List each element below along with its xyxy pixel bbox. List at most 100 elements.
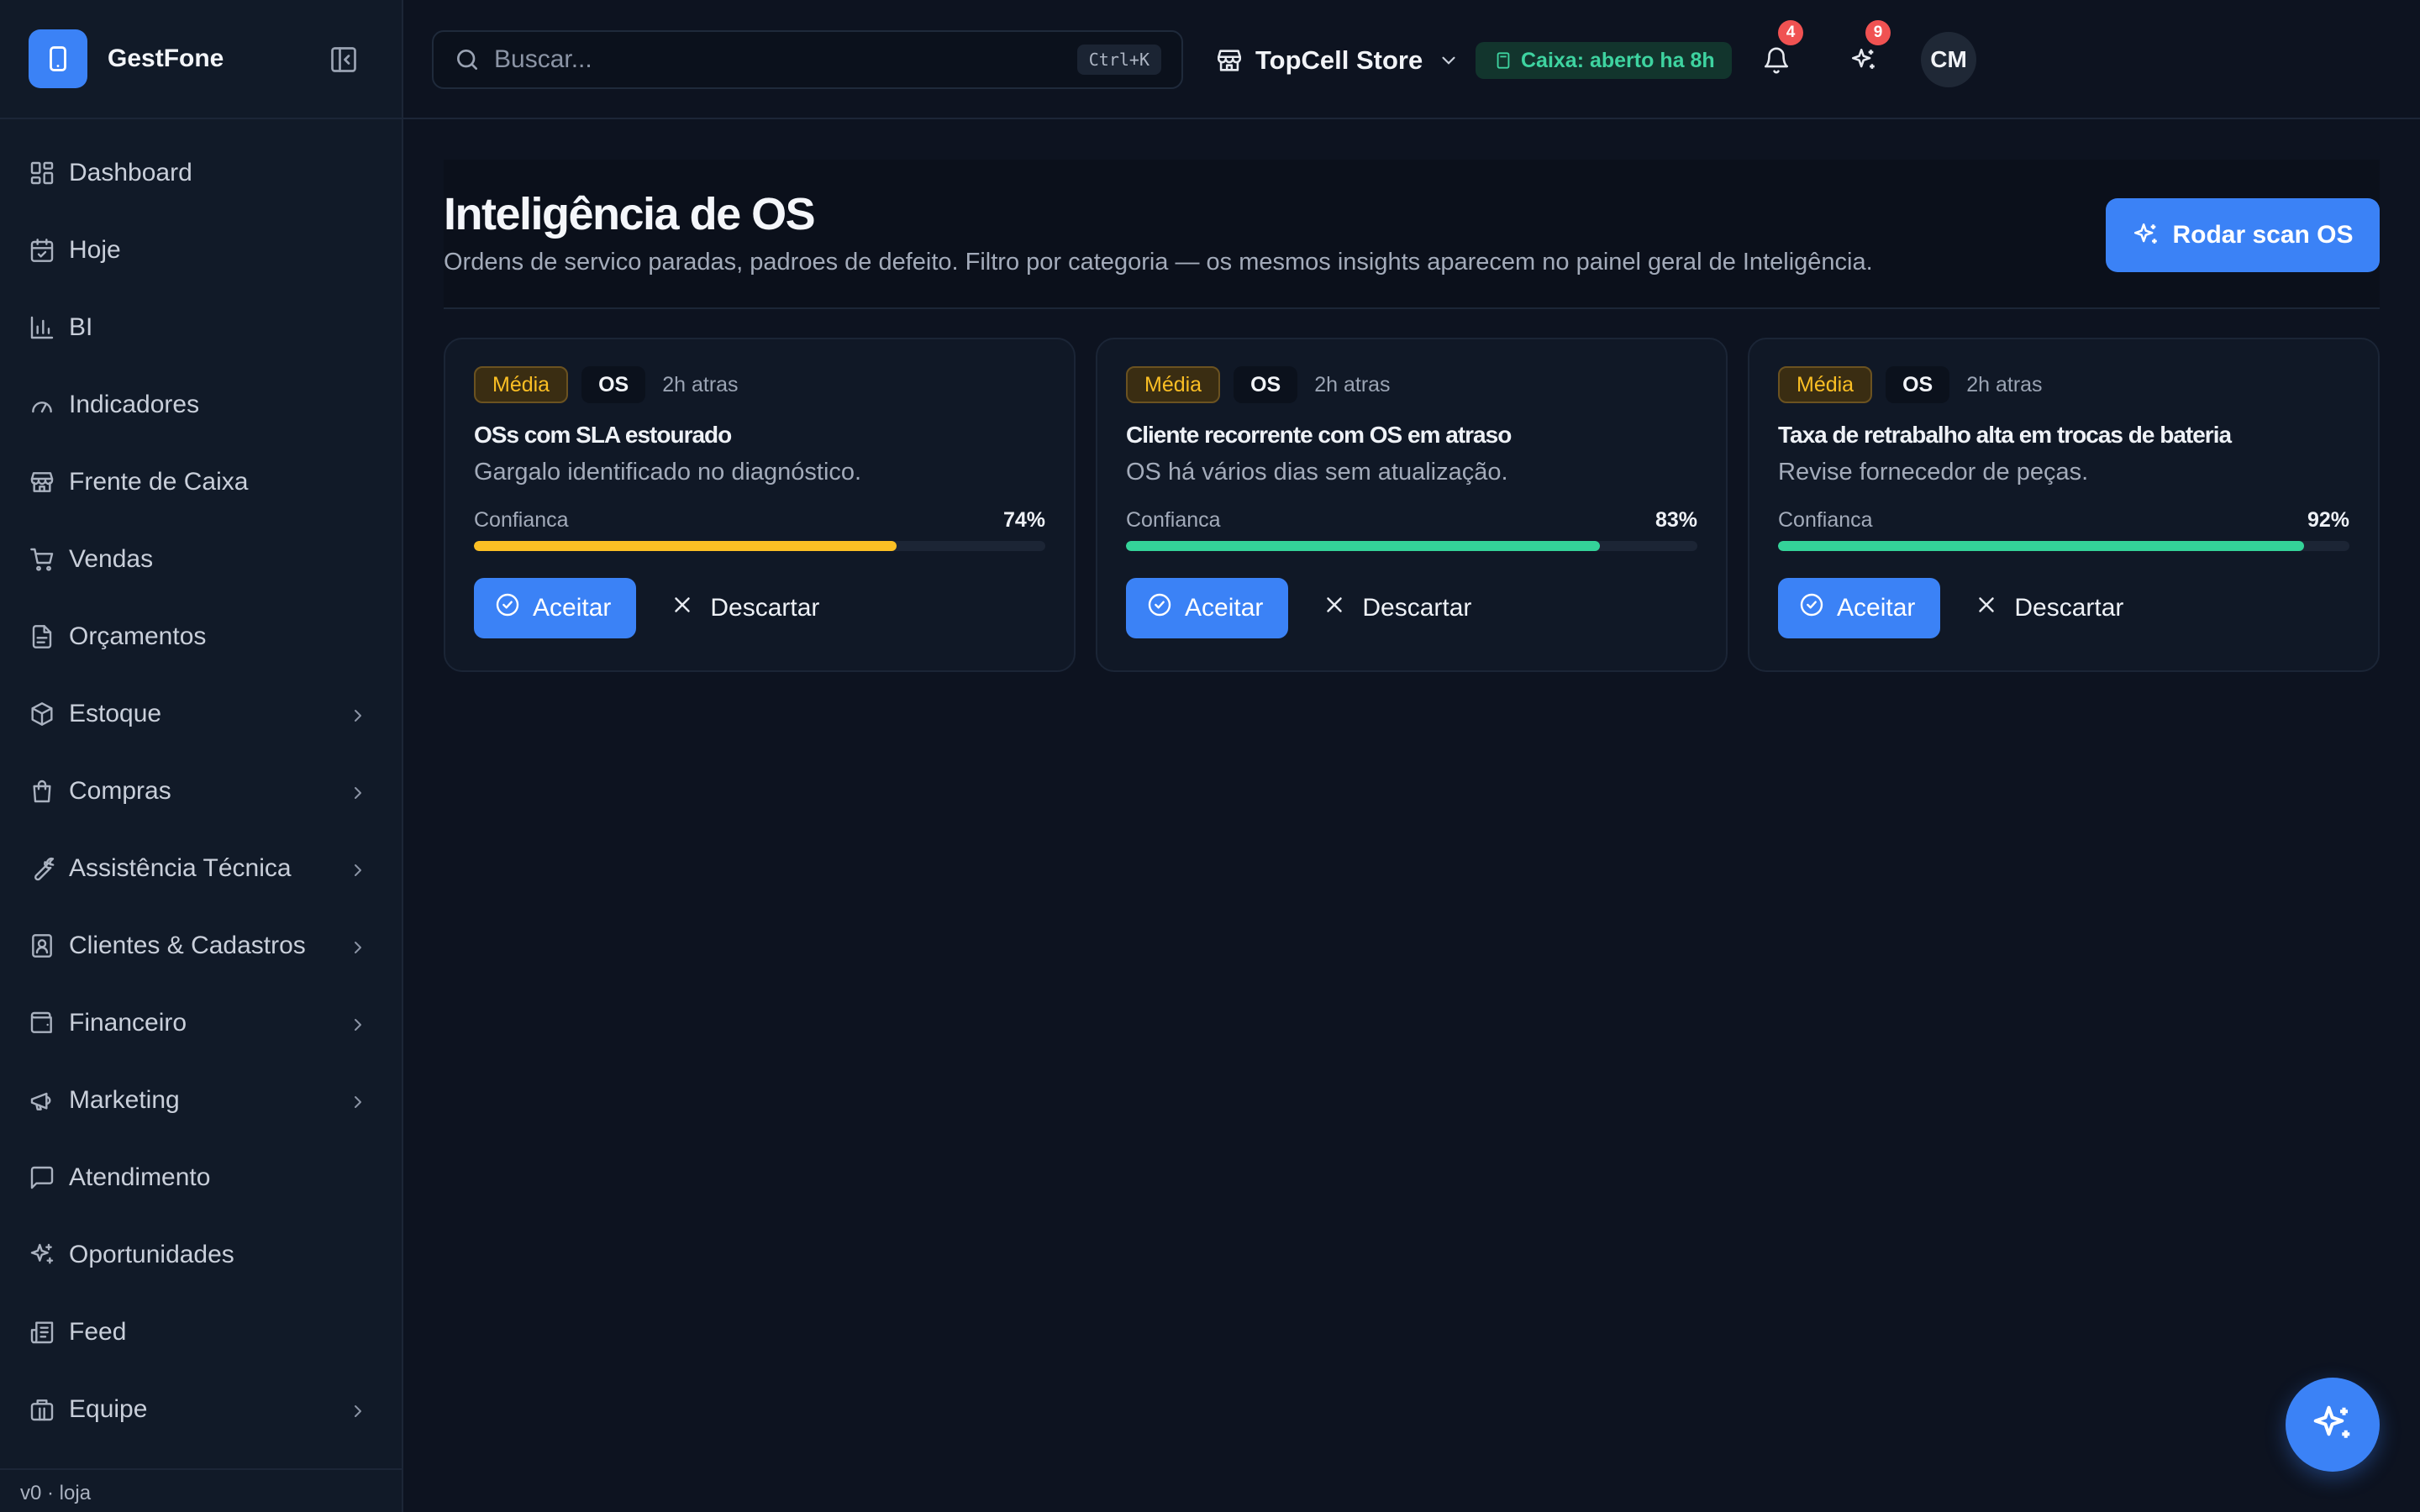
- card-title: OSs com SLA estourado: [474, 422, 732, 448]
- accept-button[interactable]: Aceitar: [1778, 578, 1941, 638]
- page-title: Inteligência de OS: [444, 189, 816, 239]
- confidence-row: Confianca 83%: [1126, 508, 1697, 533]
- sidebar-item-label: Feed: [69, 1318, 127, 1346]
- chevron-down-icon: [1442, 56, 1455, 65]
- sidebar-item-financeiro[interactable]: Financeiro: [0, 984, 402, 1062]
- cash-status-text: Caixa: aberto ha 8h: [1521, 48, 1715, 72]
- ai-assistant-button[interactable]: [2286, 1378, 2380, 1472]
- sidebar-item-bi[interactable]: BI: [0, 289, 402, 366]
- sidebar-item-label: Compras: [69, 777, 171, 805]
- accept-button[interactable]: Aceitar: [474, 578, 637, 638]
- insight-cards: Média OS 2h atras OSs com SLA estourado Garg…: [444, 338, 2380, 672]
- user-avatar[interactable]: CM: [1921, 32, 1976, 87]
- discard-label: Descartar: [2014, 594, 2124, 622]
- store-name: TopCell Store: [1255, 45, 1423, 75]
- sidebar-item-assist-ncia-t-cnica[interactable]: Assistência Técnica: [0, 830, 402, 907]
- wallet-icon: [29, 1010, 55, 1037]
- collapse-sidebar-icon[interactable]: [326, 42, 361, 77]
- chat-icon: [29, 1164, 55, 1191]
- sidebar-item-label: Hoje: [69, 236, 121, 264]
- sidebar-item-label: Oportunidades: [69, 1241, 234, 1268]
- topbar: Buscar... Ctrl+K TopCell Store Caixa: ab…: [403, 0, 2420, 119]
- sidebar-item-label: Dashboard: [69, 159, 192, 186]
- search-input[interactable]: Buscar... Ctrl+K: [432, 30, 1183, 89]
- run-scan-button[interactable]: Rodar scan OS: [2106, 198, 2380, 272]
- card-tags: Média OS 2h atras: [1126, 366, 1697, 403]
- package-icon: [29, 701, 55, 727]
- card-title: Taxa de retrabalho alta em trocas de bat…: [1778, 422, 2232, 448]
- bar-chart-icon: [29, 314, 55, 341]
- dashboard-icon: [29, 160, 55, 186]
- sidebar-item-or-amentos[interactable]: Orçamentos: [0, 598, 402, 675]
- calculator-icon: [1497, 52, 1510, 69]
- sidebar-item-estoque[interactable]: Estoque: [0, 675, 402, 753]
- sparkles-icon: [1851, 48, 1875, 69]
- discard-button[interactable]: Descartar: [1954, 578, 2144, 638]
- calendar-icon: [29, 237, 55, 264]
- sidebar-item-oportunidades[interactable]: Oportunidades: [0, 1216, 402, 1294]
- close-icon: [1974, 592, 1999, 624]
- insights-button[interactable]: 9: [1840, 20, 1891, 84]
- sidebar: GestFone Dashboard Hoje BI Indicadores Frent…: [0, 0, 403, 1512]
- severity-badge: Média: [1778, 366, 1873, 403]
- document-icon: [29, 623, 55, 650]
- sidebar-nav: Dashboard Hoje BI Indicadores Frente de Caix…: [0, 119, 402, 1448]
- confidence-bar: [1778, 541, 2349, 551]
- bell-icon: [1764, 47, 1789, 74]
- card-actions: Aceitar Descartar: [474, 578, 1045, 638]
- sparkles-icon: [2134, 223, 2158, 244]
- card-description: Gargalo identificado no diagnóstico.: [474, 459, 862, 486]
- shopping-bag-icon: [29, 778, 55, 805]
- notifications-button[interactable]: 4: [1753, 20, 1803, 84]
- category-badge: OS: [1886, 366, 1950, 403]
- cart-icon: [29, 546, 55, 573]
- cash-status-badge[interactable]: Caixa: aberto ha 8h: [1476, 42, 1732, 79]
- sidebar-item-vendas[interactable]: Vendas: [0, 521, 402, 598]
- sidebar-item-marketing[interactable]: Marketing: [0, 1062, 402, 1139]
- sidebar-item-feed[interactable]: Feed: [0, 1294, 402, 1371]
- phone-logo-icon[interactable]: [29, 29, 87, 88]
- confidence-label: Confianca: [474, 508, 569, 532]
- sidebar-item-equipe[interactable]: Equipe: [0, 1371, 402, 1448]
- brand-name: GestFone: [108, 45, 224, 72]
- card-timestamp: 2h atras: [1314, 372, 1391, 396]
- category-badge: OS: [581, 366, 646, 403]
- card-description: Revise fornecedor de peças.: [1778, 459, 2089, 486]
- sidebar-item-label: Clientes & Cadastros: [69, 932, 306, 959]
- accept-button[interactable]: Aceitar: [1126, 578, 1289, 638]
- close-icon: [1322, 592, 1347, 624]
- category-badge: OS: [1234, 366, 1298, 403]
- severity-badge: Média: [1126, 366, 1221, 403]
- discard-label: Descartar: [710, 594, 820, 622]
- discard-button[interactable]: Descartar: [1302, 578, 1491, 638]
- card-timestamp: 2h atras: [662, 372, 739, 396]
- sidebar-item-dashboard[interactable]: Dashboard: [0, 134, 402, 212]
- sidebar-item-clientes-cadastros[interactable]: Clientes & Cadastros: [0, 907, 402, 984]
- sidebar-item-compras[interactable]: Compras: [0, 753, 402, 830]
- insight-card: Média OS 2h atras OSs com SLA estourado Garg…: [444, 338, 1076, 672]
- newspaper-icon: [29, 1319, 55, 1346]
- chevron-right-icon: [348, 1399, 368, 1420]
- card-tags: Média OS 2h atras: [474, 366, 1045, 403]
- confidence-value: 74%: [1002, 508, 1045, 532]
- sidebar-item-hoje[interactable]: Hoje: [0, 212, 402, 289]
- sidebar-item-indicadores[interactable]: Indicadores: [0, 366, 402, 444]
- confidence-row: Confianca 74%: [474, 508, 1045, 533]
- sidebar-item-label: Frente de Caixa: [69, 468, 249, 496]
- store-icon: [29, 469, 55, 496]
- search-placeholder: Buscar...: [494, 45, 592, 73]
- sidebar-item-label: Marketing: [69, 1086, 180, 1114]
- chevron-right-icon: [348, 936, 368, 956]
- sidebar-item-atendimento[interactable]: Atendimento: [0, 1139, 402, 1216]
- confidence-bar: [474, 541, 1045, 551]
- sidebar-item-label: Indicadores: [69, 391, 200, 418]
- sidebar-item-label: Assistência Técnica: [69, 854, 292, 882]
- store-selector[interactable]: TopCell Store: [1215, 37, 1460, 84]
- store-icon: [1217, 50, 1242, 71]
- search-icon: [457, 50, 477, 70]
- sidebar-item-label: Orçamentos: [69, 622, 207, 650]
- discard-button[interactable]: Descartar: [650, 578, 839, 638]
- sidebar-item-frente-de-caixa[interactable]: Frente de Caixa: [0, 444, 402, 521]
- discard-label: Descartar: [1362, 594, 1472, 622]
- sidebar-item-label: Financeiro: [69, 1009, 187, 1037]
